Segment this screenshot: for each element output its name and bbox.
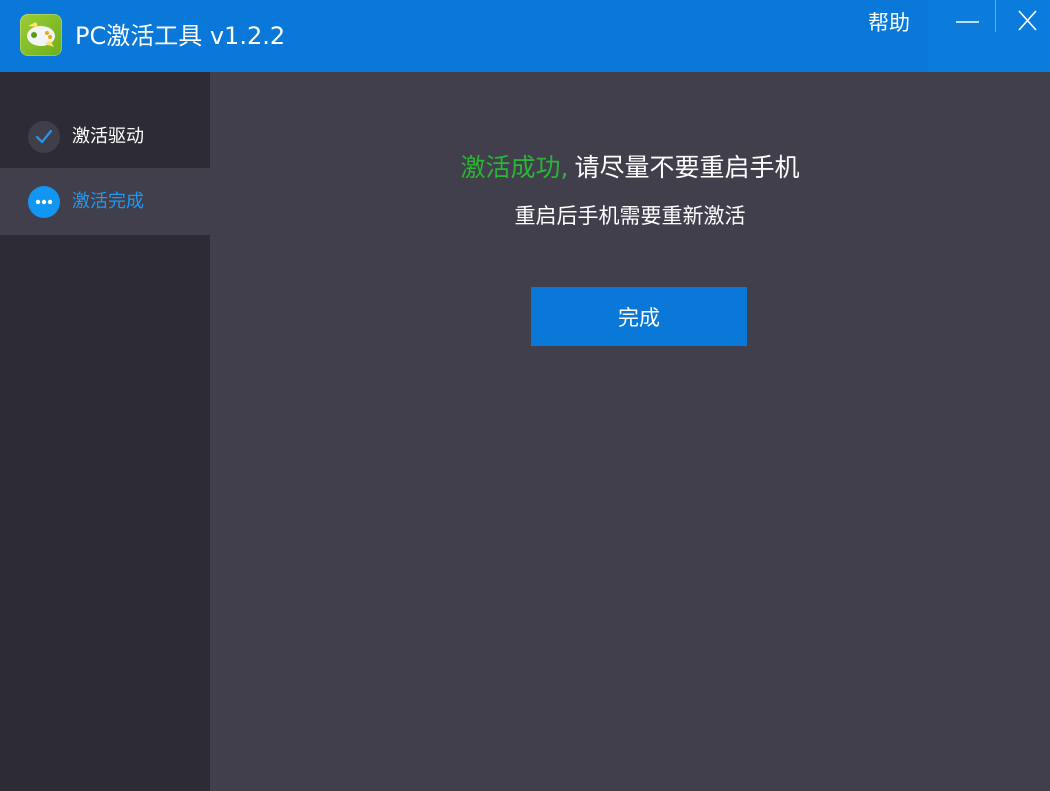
activation-tool-window: PC激活工具 v1.2.2 帮助 激活驱动 激活完成 激活成功, 请尽量不要重启…: [0, 0, 1050, 791]
app-title: PC激活工具 v1.2.2: [75, 22, 286, 50]
minimize-icon: [956, 21, 979, 23]
window-controls: [928, 0, 1050, 72]
sidebar-step-activation-complete[interactable]: 激活完成: [0, 168, 210, 235]
activation-success-text: 激活成功,: [460, 153, 569, 182]
game-controller-logo-icon: [20, 14, 62, 56]
restart-warning-text: 请尽量不要重启手机: [574, 153, 800, 182]
activation-message: 激活成功, 请尽量不要重启手机: [210, 150, 1050, 186]
close-icon: [1018, 10, 1037, 31]
more-dots-icon: [28, 186, 60, 218]
sidebar-step-label: 激活完成: [72, 191, 144, 212]
sidebar-step-label: 激活驱动: [72, 126, 144, 147]
finish-button[interactable]: 完成: [531, 287, 747, 346]
step-sidebar: 激活驱动 激活完成: [0, 72, 210, 791]
sidebar-step-activate-driver[interactable]: 激活驱动: [0, 103, 210, 170]
title-bar: PC激活工具 v1.2.2 帮助: [0, 0, 1050, 72]
reactivation-notice: 重启后手机需要重新激活: [514, 204, 746, 228]
close-button[interactable]: [996, 0, 1050, 44]
help-link[interactable]: 帮助: [868, 8, 910, 38]
check-icon: [28, 121, 60, 153]
minimize-button[interactable]: [934, 0, 994, 44]
main-content: 激活成功, 请尽量不要重启手机 重启后手机需要重新激活 完成: [210, 72, 1050, 791]
